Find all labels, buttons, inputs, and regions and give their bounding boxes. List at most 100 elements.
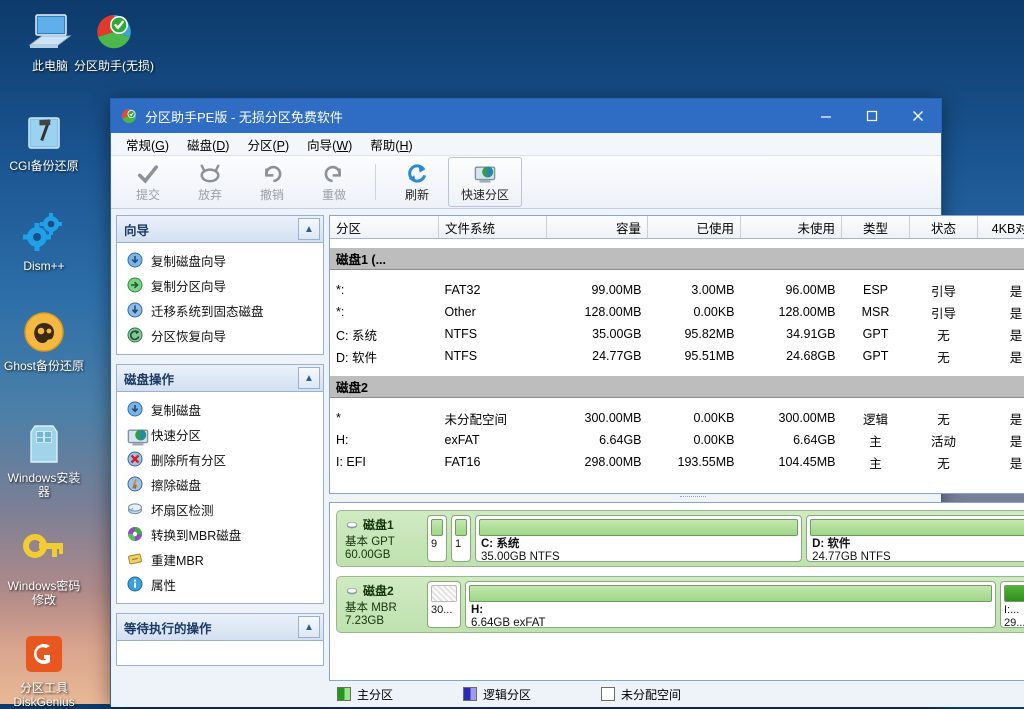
table-cell: 6.64GB (547, 429, 648, 451)
partition-block[interactable]: D: 软件24.77GB NTFS (806, 515, 1024, 562)
disk-map: 磁盘1基本 GPT60.00GB91C: 系统35.00GB NTFSD: 软件… (329, 502, 1024, 681)
table-cell: * (330, 407, 439, 429)
table-cell: C: 系统 (330, 323, 439, 345)
table-header-4[interactable]: 未使用 (741, 216, 842, 239)
partition-block[interactable]: 30... (427, 581, 461, 628)
disk-op-item-3[interactable]: 擦除磁盘 (117, 472, 323, 497)
table-row[interactable]: *:FAT3299.00MB3.00MB96.00MBESP引导是 (330, 279, 1024, 301)
partition-used-fill (1005, 586, 1024, 601)
table-cell: FAT16 (439, 451, 547, 473)
disk-op-item-7[interactable]: 属性 (117, 572, 323, 597)
table-cell: 是 (978, 407, 1024, 429)
table-header-3[interactable]: 已使用 (648, 216, 741, 239)
quick-partition-icon (127, 426, 144, 443)
chevron-up-icon[interactable]: ▲ (298, 367, 320, 389)
desktop-icon-cgi-backup[interactable]: CGI备份还原 (2, 108, 86, 173)
toolbar-check-button[interactable]: 提交 (117, 157, 179, 207)
close-button[interactable] (895, 99, 941, 133)
table-row[interactable]: H:exFAT6.64GB0.00KB6.64GB主活动是 (330, 429, 1024, 451)
disk-group-header[interactable]: 磁盘1 (... (330, 248, 1024, 270)
table-cell: 128.00MB (547, 301, 648, 323)
disk-op-item-4[interactable]: 坏扇区检测 (117, 497, 323, 522)
table-cell: GPT (842, 345, 910, 367)
panel-pending-body (117, 641, 323, 665)
menu-item-0[interactable]: 常规(G) (117, 133, 178, 156)
disk-size: 60.00GB (345, 549, 423, 561)
toolbar-redo-button[interactable]: 重做 (303, 157, 365, 207)
table-cell: 是 (978, 323, 1024, 345)
partition-usage-bar (479, 519, 798, 536)
title-bar[interactable]: 分区助手PE版 - 无损分区免费软件 (111, 99, 941, 133)
table-row[interactable]: D: 软件NTFS24.77GB95.51MB24.68GBGPT无是 (330, 345, 1024, 367)
table-cell: 99.00MB (547, 279, 648, 301)
pane-splitter[interactable] (329, 494, 1024, 502)
table-header-0[interactable]: 分区 (330, 216, 439, 239)
partition-label: H:6.64GB exFAT (466, 602, 995, 627)
delete-partitions-icon (127, 451, 144, 468)
table-header-5[interactable]: 类型 (842, 216, 910, 239)
wizard-item-2[interactable]: 迁移系统到固态磁盘 (117, 298, 323, 323)
partition-label-line2: 6.64GB exFAT (471, 617, 990, 627)
partition-block[interactable]: H:6.64GB exFAT (465, 581, 996, 628)
menu-item-4[interactable]: 帮助(H) (361, 133, 421, 156)
table-header-6[interactable]: 状态 (910, 216, 978, 239)
panel-pending-header[interactable]: 等待执行的操作 ▲ (117, 614, 323, 641)
partition-block[interactable]: C: 系统35.00GB NTFS (475, 515, 802, 562)
partition-block[interactable]: I:...29... (1000, 581, 1024, 628)
table-cell: 活动 (910, 429, 978, 451)
table-cell: 0.00KB (648, 301, 741, 323)
table-header-1[interactable]: 文件系统 (439, 216, 547, 239)
desktop-icon-partition-assistant[interactable]: 分区助手(无损) (72, 8, 156, 73)
disk-op-item-6[interactable]: 重建MBR (117, 547, 323, 572)
partition-block[interactable]: 1 (451, 515, 471, 562)
table-header-2[interactable]: 容量 (547, 216, 648, 239)
menu-item-3[interactable]: 向导(W) (298, 133, 361, 156)
partition-label-line1: 1 (455, 538, 468, 551)
chevron-up-icon[interactable]: ▲ (298, 616, 320, 638)
disk-op-item-0[interactable]: 复制磁盘 (117, 397, 323, 422)
toolbar-undo-button[interactable]: 撤销 (241, 157, 303, 207)
table-cell: 是 (978, 345, 1024, 367)
table-cell: 96.00MB (741, 279, 842, 301)
toolbar-discard-button[interactable]: 放弃 (179, 157, 241, 207)
desktop-icon-key[interactable]: Windows密码修改 (2, 528, 86, 607)
wizard-item-3[interactable]: 分区恢复向导 (117, 323, 323, 348)
desktop-icon-windows-installer[interactable]: Windows安装器 (2, 420, 86, 499)
menu-item-1[interactable]: 磁盘(D) (178, 133, 238, 156)
panel-disk-ops-header[interactable]: 磁盘操作 ▲ (117, 365, 323, 392)
table-row[interactable]: *:Other128.00MB0.00KB128.00MBMSR引导是 (330, 301, 1024, 323)
partition-usage-bar (431, 585, 457, 602)
table-row[interactable]: I: EFIFAT16298.00MB193.55MB104.45MB主无是 (330, 451, 1024, 473)
partition-table-container[interactable]: 分区文件系统容量已使用未使用类型状态4KB对齐 磁盘1 (... *:FAT329… (329, 215, 1024, 494)
desktop-icon-ghost[interactable]: Ghost备份还原 (2, 308, 86, 373)
wizard-item-1[interactable]: 复制分区向导 (117, 273, 323, 298)
toolbar-button-label: 撤销 (260, 186, 284, 203)
table-header-7[interactable]: 4KB对齐 (978, 216, 1024, 239)
desktop-icon-diskgenius[interactable]: 分区工具DiskGenius (2, 630, 86, 709)
pending-operations-list[interactable] (117, 641, 323, 665)
desktop-icon-label: Dism++ (2, 259, 86, 273)
table-cell: MSR (842, 301, 910, 323)
disk-op-item-label: 快速分区 (151, 425, 201, 444)
panel-wizard-header[interactable]: 向导 ▲ (117, 216, 323, 243)
partition-label-line1: 9 (431, 538, 444, 551)
minimize-button[interactable] (803, 99, 849, 133)
chevron-up-icon[interactable]: ▲ (298, 218, 320, 240)
partition-block[interactable]: 9 (427, 515, 447, 562)
maximize-button[interactable] (849, 99, 895, 133)
disk-group-label: 磁盘2 (330, 376, 1024, 398)
disk-row-1[interactable]: 磁盘1基本 GPT60.00GB91C: 系统35.00GB NTFSD: 软件… (336, 510, 1024, 567)
table-row[interactable]: C: 系统NTFS35.00GB95.82MB34.91GBGPT无是 (330, 323, 1024, 345)
disk-group-header[interactable]: 磁盘2 (330, 376, 1024, 398)
toolbar-refresh-button[interactable]: 刷新 (386, 157, 448, 207)
toolbar-quick-partition-button[interactable]: 快速分区 (448, 157, 522, 207)
wizard-item-0[interactable]: 复制磁盘向导 (117, 248, 323, 273)
disk-row-2[interactable]: 磁盘2基本 MBR7.23GB30...H:6.64GB exFATI:...2… (336, 576, 1024, 633)
disk-op-item-1[interactable]: 快速分区 (117, 422, 323, 447)
disk-op-item-5[interactable]: 转换到MBR磁盘 (117, 522, 323, 547)
table-row[interactable]: *未分配空间300.00MB0.00KB300.00MB逻辑无是 (330, 407, 1024, 429)
desktop-icon-gears[interactable]: Dism++ (2, 208, 86, 273)
menu-item-2[interactable]: 分区(P) (238, 133, 298, 156)
wipe-disk-icon (127, 476, 144, 493)
disk-op-item-2[interactable]: 删除所有分区 (117, 447, 323, 472)
